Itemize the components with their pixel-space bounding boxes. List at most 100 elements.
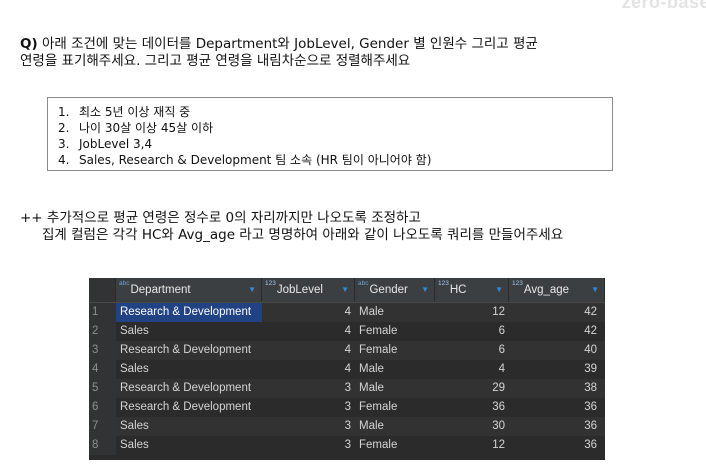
cell-gender[interactable]: Female — [355, 436, 435, 455]
cell-hc[interactable]: 12 — [435, 303, 509, 322]
table-row[interactable]: 4 Sales 4 Male 4 39 — [89, 360, 605, 379]
cell-joblevel[interactable]: 3 — [262, 417, 355, 436]
cell-avg-age[interactable]: 36 — [509, 398, 605, 417]
cell-avg-age[interactable]: 38 — [509, 379, 605, 398]
table-row[interactable]: 6 Research & Development 3 Female 36 36 — [89, 398, 605, 417]
condition-number: 1. — [58, 105, 70, 119]
cell-hc[interactable]: 36 — [435, 398, 509, 417]
cell-avg-age[interactable]: 42 — [509, 303, 605, 322]
cell-department[interactable]: Research & Development — [116, 379, 262, 398]
row-number[interactable]: 5 — [89, 379, 116, 398]
column-header-hc[interactable]: 123HC ▼ — [435, 278, 509, 302]
question-line-2: 연령을 표기해주세요. 그리고 평균 연령을 내림차순으로 정렬해주세요 — [20, 53, 411, 69]
cell-gender[interactable]: Female — [355, 322, 435, 341]
column-header-avg-age[interactable]: 123Avg_age ▼ — [509, 278, 605, 302]
condition-number: 2. — [58, 121, 70, 135]
number-type-icon: 123 — [512, 280, 523, 287]
cell-department[interactable]: Research & Development — [116, 303, 262, 322]
question-text: Q) 아래 조건에 맞는 데이터를 Department와 JobLevel, … — [20, 36, 700, 70]
cell-joblevel[interactable]: 3 — [262, 379, 355, 398]
cell-joblevel[interactable]: 4 — [262, 303, 355, 322]
cell-hc[interactable]: 29 — [435, 379, 509, 398]
result-grid[interactable]: abcDepartment ▼ 123JobLevel ▼ abcGender ▼ 1… — [89, 278, 605, 460]
cell-hc[interactable]: 12 — [435, 436, 509, 455]
condition-text: 나이 30살 이상 45살 이하 — [79, 121, 214, 135]
cell-department[interactable]: Sales — [116, 322, 262, 341]
cell-joblevel[interactable]: 4 — [262, 341, 355, 360]
condition-text: JobLevel 3,4 — [79, 137, 153, 151]
row-number[interactable]: 4 — [89, 360, 116, 379]
row-number[interactable]: 1 — [89, 303, 116, 322]
column-header-department[interactable]: abcDepartment ▼ — [116, 278, 262, 302]
filter-icon[interactable]: ▼ — [341, 278, 349, 302]
cell-department[interactable]: Research & Development — [116, 341, 262, 360]
cell-department[interactable]: Research & Development — [116, 398, 262, 417]
cell-avg-age[interactable]: 39 — [509, 360, 605, 379]
row-number[interactable]: 2 — [89, 322, 116, 341]
column-header-label: Department — [130, 284, 191, 296]
column-header-gender[interactable]: abcGender ▼ — [355, 278, 435, 302]
number-type-icon: 123 — [438, 280, 449, 287]
number-type-icon: 123 — [265, 280, 276, 287]
additional-note: ++ 추가적으로 평균 연령은 정수로 0의 자리까지만 나오도록 조정하고 집… — [20, 210, 706, 244]
cell-avg-age[interactable]: 36 — [509, 417, 605, 436]
cell-gender[interactable]: Male — [355, 417, 435, 436]
cell-department[interactable]: Sales — [116, 360, 262, 379]
cell-hc[interactable]: 6 — [435, 322, 509, 341]
row-number[interactable]: 3 — [89, 341, 116, 360]
note-line-1: ++ 추가적으로 평균 연령은 정수로 0의 자리까지만 나오도록 조정하고 — [20, 210, 421, 226]
table-row[interactable]: 8 Sales 3 Female 12 36 — [89, 436, 605, 455]
condition-number: 4. — [58, 153, 70, 167]
condition-item: 1. 최소 5년 이상 재직 중 — [58, 104, 602, 120]
cell-joblevel[interactable]: 4 — [262, 322, 355, 341]
condition-text: 최소 5년 이상 재직 중 — [79, 105, 191, 119]
cell-department[interactable]: Sales — [116, 417, 262, 436]
filter-icon[interactable]: ▼ — [248, 278, 256, 302]
cell-hc[interactable]: 6 — [435, 341, 509, 360]
column-header-label: Avg_age — [523, 284, 570, 296]
conditions-box: 1. 최소 5년 이상 재직 중 2. 나이 30살 이상 45살 이하 3. Job… — [47, 97, 613, 171]
cell-joblevel[interactable]: 3 — [262, 398, 355, 417]
cell-gender[interactable]: Female — [355, 341, 435, 360]
column-header-label: JobLevel — [276, 284, 323, 296]
cell-department[interactable]: Sales — [116, 436, 262, 455]
cell-gender[interactable]: Female — [355, 398, 435, 417]
column-header-label: Gender — [369, 284, 408, 296]
row-number-header — [89, 278, 116, 302]
condition-text: Sales, Research & Development 팀 소속 (HR 팀… — [79, 153, 432, 167]
table-row[interactable]: 7 Sales 3 Male 30 36 — [89, 417, 605, 436]
note-line-2: 집계 컬럼은 각각 HC와 Avg_age 라고 명명하여 아래와 같이 나오도… — [42, 227, 564, 243]
cell-avg-age[interactable]: 36 — [509, 436, 605, 455]
grid-header: abcDepartment ▼ 123JobLevel ▼ abcGender ▼ 1… — [89, 278, 605, 303]
column-header-label: HC — [449, 284, 467, 296]
filter-icon[interactable]: ▼ — [591, 278, 599, 302]
cell-hc[interactable]: 4 — [435, 360, 509, 379]
column-header-joblevel[interactable]: 123JobLevel ▼ — [262, 278, 355, 302]
condition-number: 3. — [58, 137, 70, 151]
row-number[interactable]: 7 — [89, 417, 116, 436]
text-type-icon: abc — [358, 280, 369, 287]
table-row[interactable]: 2 Sales 4 Female 6 42 — [89, 322, 605, 341]
cell-joblevel[interactable]: 4 — [262, 360, 355, 379]
condition-item: 3. JobLevel 3,4 — [58, 136, 602, 152]
cell-avg-age[interactable]: 42 — [509, 322, 605, 341]
filter-icon[interactable]: ▼ — [421, 278, 429, 302]
question-line-1-text: 아래 조건에 맞는 데이터를 Department와 JobLevel, Gen… — [37, 36, 538, 52]
cell-gender[interactable]: Male — [355, 360, 435, 379]
condition-item: 2. 나이 30살 이상 45살 이하 — [58, 120, 602, 136]
cell-joblevel[interactable]: 3 — [262, 436, 355, 455]
row-number[interactable]: 8 — [89, 436, 116, 455]
table-row[interactable]: 5 Research & Development 3 Male 29 38 — [89, 379, 605, 398]
cell-gender[interactable]: Male — [355, 303, 435, 322]
question-line-1: Q) 아래 조건에 맞는 데이터를 Department와 JobLevel, … — [20, 36, 700, 53]
text-type-icon: abc — [119, 280, 130, 287]
row-number[interactable]: 6 — [89, 398, 116, 417]
cell-avg-age[interactable]: 40 — [509, 341, 605, 360]
table-row[interactable]: 1 Research & Development 4 Male 12 42 — [89, 303, 605, 322]
cell-hc[interactable]: 30 — [435, 417, 509, 436]
brand-watermark: zero-base — [621, 0, 706, 12]
cell-gender[interactable]: Male — [355, 379, 435, 398]
table-row[interactable]: 3 Research & Development 4 Female 6 40 — [89, 341, 605, 360]
question-prefix: Q) — [20, 36, 38, 52]
filter-icon[interactable]: ▼ — [495, 278, 503, 302]
